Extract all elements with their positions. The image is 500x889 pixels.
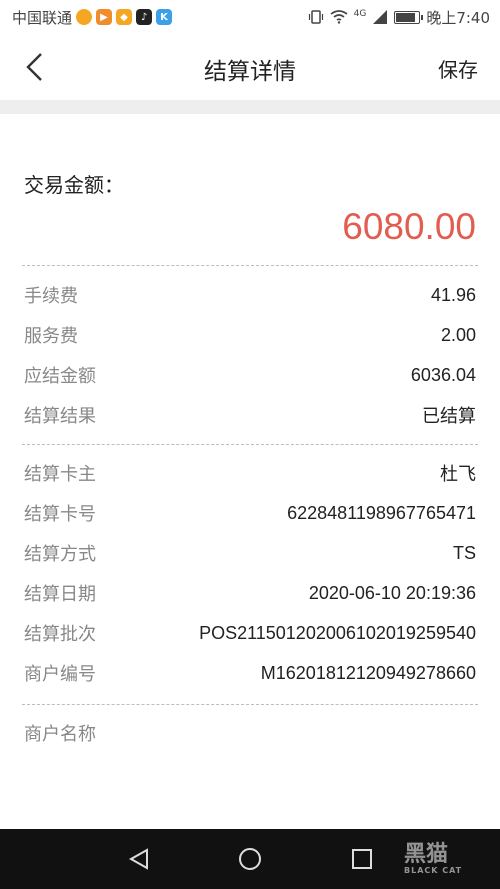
merchant-id-value: M16201812120949278660 xyxy=(260,662,476,683)
service-fee-label: 服务费 xyxy=(24,326,78,347)
settle-batch-value: POS211501202006102019259540 xyxy=(199,622,476,643)
dashed-divider xyxy=(22,704,478,705)
settle-amount-label: 应结金额 xyxy=(24,366,96,387)
service-fee-value: 2.00 xyxy=(440,324,476,345)
settle-method-label: 结算方式 xyxy=(24,544,96,565)
card-number-value: 6228481198967765471 xyxy=(287,502,476,523)
transaction-amount-label: 交易金额： xyxy=(24,173,124,197)
service-fee-row: 服务费 2.00 xyxy=(24,320,476,350)
settle-result-value: 已结算 xyxy=(422,406,476,426)
watermark-logo: 黑猫 BLACK CAT xyxy=(404,836,494,886)
k-app-icon: K xyxy=(156,9,173,25)
fee-row: 手续费 41.96 xyxy=(24,280,476,310)
shop-app-icon: ◆ xyxy=(116,9,133,25)
clock: 晚上7:40 xyxy=(426,8,490,27)
home-nav-icon[interactable] xyxy=(238,847,262,871)
fee-label: 手续费 xyxy=(24,286,78,307)
dashed-divider xyxy=(22,444,478,445)
settle-date-value: 2020-06-10 20:19:36 xyxy=(308,582,476,603)
signal-icon xyxy=(373,10,388,24)
weather-icon xyxy=(76,9,93,25)
fee-value: 41.96 xyxy=(430,284,476,305)
back-nav-icon[interactable] xyxy=(127,847,151,871)
card-holder-label: 结算卡主 xyxy=(24,464,96,485)
merchant-id-label: 商户编号 xyxy=(24,664,96,685)
tiktok-icon: ♪ xyxy=(136,9,153,25)
save-button[interactable]: 保存 xyxy=(438,54,478,83)
carrier-label: 中国联通 xyxy=(12,8,73,27)
title-bar: 结算详情 保存 xyxy=(0,34,500,100)
settle-amount-row: 应结金额 6036.04 xyxy=(24,360,476,390)
status-bar: 中国联通 ▶ ◆ ♪ K 4G 晚上7:40 xyxy=(0,0,500,34)
card-number-row: 结算卡号 6228481198967765471 xyxy=(24,498,476,528)
dashed-divider xyxy=(22,265,478,266)
watermark-subtext: BLACK CAT xyxy=(404,866,463,875)
settle-batch-row: 结算批次 POS211501202006102019259540 xyxy=(24,618,476,648)
settle-amount-value: 6036.04 xyxy=(410,364,476,385)
card-holder-row: 结算卡主 杜飞 xyxy=(24,458,476,488)
settle-method-row: 结算方式 TS xyxy=(24,538,476,568)
battery-icon xyxy=(394,10,424,24)
vibrate-icon xyxy=(308,10,323,24)
card-holder-value: 杜飞 xyxy=(440,464,476,484)
page-title: 结算详情 xyxy=(204,59,296,85)
settle-date-label: 结算日期 xyxy=(24,584,96,605)
settle-method-value: TS xyxy=(452,542,476,563)
network-type: 4G xyxy=(353,8,367,19)
recents-nav-icon[interactable] xyxy=(350,847,374,871)
section-divider xyxy=(0,100,500,114)
settle-batch-label: 结算批次 xyxy=(24,624,96,645)
watermark-text: 黑猫 xyxy=(404,842,449,867)
wifi-icon xyxy=(330,10,348,24)
settle-date-row: 结算日期 2020-06-10 20:19:36 xyxy=(24,578,476,608)
settle-result-label: 结算结果 xyxy=(24,406,96,427)
merchant-id-row: 商户编号 M16201812120949278660 xyxy=(24,658,476,688)
merchant-name-label: 商户名称 xyxy=(24,724,96,745)
transaction-amount-value: 6080.00 xyxy=(342,206,476,247)
video-app-icon: ▶ xyxy=(96,9,113,25)
merchant-name-row: 商户名称 xyxy=(24,718,476,748)
card-number-label: 结算卡号 xyxy=(24,504,96,525)
settle-result-row: 结算结果 已结算 xyxy=(24,400,476,430)
